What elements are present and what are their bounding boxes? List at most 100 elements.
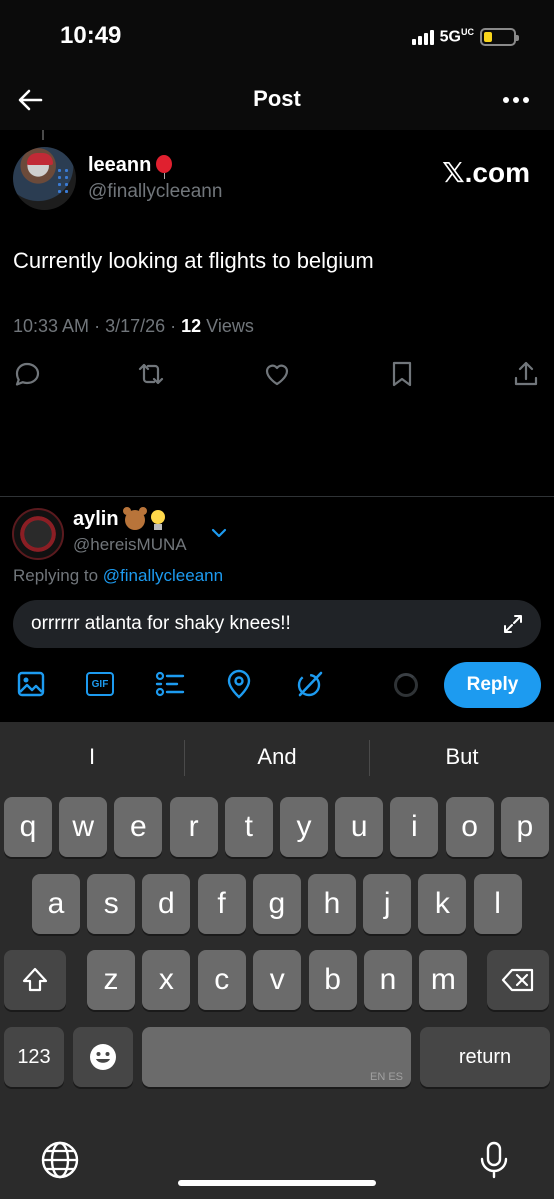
key-v[interactable]: v	[253, 950, 302, 1010]
more-icon	[503, 97, 509, 103]
reply-button[interactable]	[13, 360, 41, 388]
views-count: 12	[181, 316, 202, 336]
space-language-label: EN ES	[369, 1071, 403, 1083]
source-badge: 𝕏.com	[442, 157, 530, 188]
key-h[interactable]: h	[308, 874, 356, 934]
keyboard-switch-button[interactable]	[40, 1140, 80, 1180]
return-key[interactable]: return	[420, 1027, 550, 1087]
home-indicator	[178, 1180, 376, 1186]
suggestion-2[interactable]: And	[185, 744, 369, 770]
like-icon	[265, 364, 289, 386]
key-b[interactable]: b	[308, 950, 357, 1010]
emoji-icon	[90, 1044, 116, 1070]
key-g[interactable]: g	[252, 874, 301, 934]
image-icon	[17, 671, 45, 697]
key-f[interactable]: f	[197, 874, 246, 934]
key-x[interactable]: x	[142, 950, 191, 1010]
key-u[interactable]: u	[335, 797, 384, 857]
add-gif-button[interactable]: GIF	[84, 668, 116, 700]
grok-button[interactable]	[294, 668, 326, 700]
add-image-button[interactable]	[15, 668, 47, 700]
shift-key[interactable]	[4, 950, 66, 1010]
add-poll-button[interactable]	[154, 668, 186, 700]
gif-icon: GIF	[86, 672, 114, 696]
expand-icon	[504, 615, 522, 633]
key-r[interactable]: r	[169, 797, 218, 857]
expand-button[interactable]	[501, 612, 525, 636]
shift-icon	[22, 967, 48, 992]
page-title: Post	[253, 86, 301, 111]
network-label: 5GUC	[439, 27, 474, 46]
key-t[interactable]: t	[224, 797, 273, 857]
retweet-button[interactable]	[137, 360, 165, 388]
keyboard: I And But q w e r t y u i o p a s d f g h j k l z x c v b n m 123 E…	[0, 722, 554, 1199]
teddy-bear-emoji-icon	[122, 506, 147, 530]
account-switch-button[interactable]	[208, 522, 230, 544]
key-o[interactable]: o	[445, 797, 494, 857]
character-count-ring	[394, 673, 418, 697]
poll-icon	[155, 671, 185, 697]
share-button[interactable]	[512, 360, 540, 388]
suggestion-1[interactable]: I	[0, 744, 184, 770]
replying-to: Replying to @finallycleeann	[13, 566, 224, 585]
emoji-key[interactable]	[73, 1027, 133, 1087]
like-button[interactable]	[263, 360, 291, 388]
author-name[interactable]: leeann	[88, 154, 173, 179]
key-a[interactable]: a	[32, 874, 80, 934]
key-y[interactable]: y	[280, 797, 328, 857]
post-actions	[0, 360, 554, 390]
key-s[interactable]: s	[87, 874, 136, 934]
reply-avatar[interactable]	[12, 508, 64, 560]
retweet-icon	[138, 363, 164, 385]
post-meta: 10:33 AM · 3/17/26 · 12 Views	[13, 316, 254, 336]
key-j[interactable]: j	[363, 874, 412, 934]
key-n[interactable]: n	[364, 950, 412, 1010]
globe-icon	[41, 1141, 79, 1179]
divider	[0, 496, 554, 497]
battery-icon	[480, 27, 519, 46]
reply-icon	[15, 362, 40, 386]
balloon-emoji-icon	[155, 154, 173, 179]
chevron-down-icon	[211, 528, 227, 538]
reply-author-handle: @hereisMUNA	[73, 535, 187, 554]
key-l[interactable]: l	[473, 874, 522, 934]
key-p[interactable]: p	[500, 797, 549, 857]
add-location-button[interactable]	[223, 668, 255, 700]
grok-icon	[297, 671, 323, 697]
share-icon	[514, 361, 538, 386]
post-text: Currently looking at flights to belgium	[13, 248, 374, 273]
location-icon	[227, 669, 251, 699]
key-c[interactable]: c	[197, 950, 246, 1010]
key-m[interactable]: m	[419, 950, 468, 1010]
mic-icon	[480, 1141, 508, 1179]
suggestion-3[interactable]: But	[370, 744, 554, 770]
status-time: 10:49	[60, 22, 122, 49]
space-key[interactable]: EN ES	[142, 1027, 411, 1087]
post-header: Post	[0, 70, 554, 130]
reply-draft-text: orrrrrr atlanta for shaky knees!!	[31, 613, 291, 634]
more-button[interactable]	[500, 84, 532, 116]
key-i[interactable]: i	[390, 797, 439, 857]
thread-line	[42, 130, 44, 140]
key-z[interactable]: z	[87, 950, 135, 1010]
reply-submit-button[interactable]: Reply	[444, 662, 541, 708]
avatar[interactable]	[13, 147, 76, 210]
status-indicators: 5GUC	[411, 27, 519, 46]
key-w[interactable]: w	[59, 797, 108, 857]
reply-author-name: aylin	[73, 506, 165, 531]
author-handle[interactable]: @finallycleeann	[88, 181, 222, 203]
bookmark-button[interactable]	[388, 360, 416, 388]
backspace-icon	[501, 968, 534, 992]
key-q[interactable]: q	[4, 797, 52, 857]
dictation-button[interactable]	[474, 1140, 514, 1180]
suggestion-bar: I And But	[0, 722, 554, 794]
numbers-key[interactable]: 123	[4, 1027, 64, 1087]
backspace-key[interactable]	[487, 950, 549, 1010]
replying-to-link[interactable]: @finallycleeann	[103, 566, 223, 585]
signal-icon	[411, 29, 434, 45]
key-k[interactable]: k	[418, 874, 467, 934]
key-d[interactable]: d	[142, 874, 191, 934]
key-e[interactable]: e	[114, 797, 163, 857]
reply-input[interactable]: orrrrrr atlanta for shaky knees!!	[13, 600, 541, 648]
bookmark-icon	[392, 361, 412, 387]
